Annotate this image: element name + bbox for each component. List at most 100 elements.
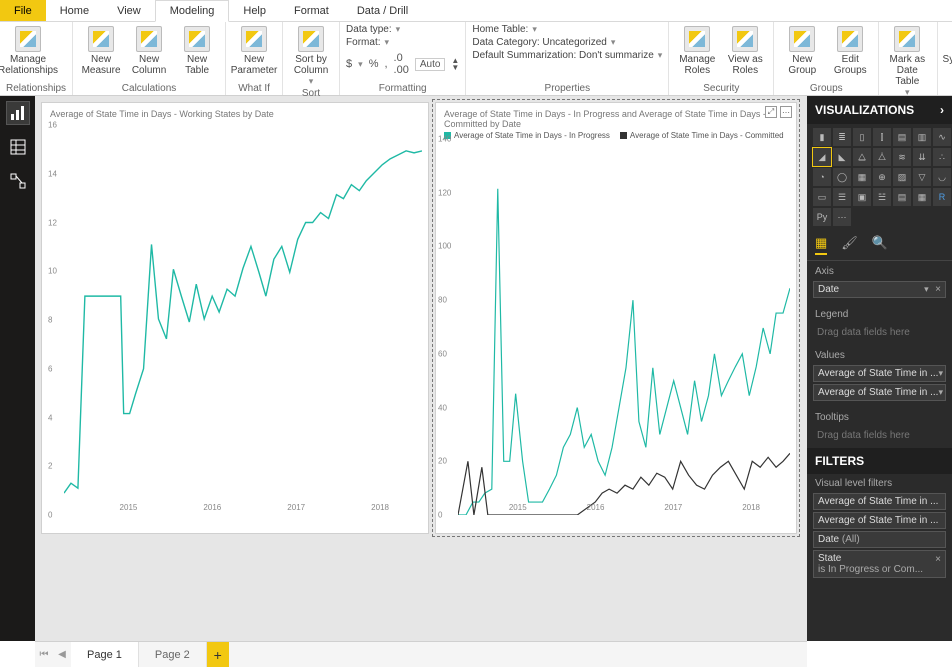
percent-button[interactable]: % [369, 58, 379, 70]
report-canvas[interactable]: Average of State Time in Days - Working … [35, 96, 807, 641]
menu-datadrill[interactable]: Data / Drill [343, 0, 422, 21]
page-tab-1[interactable]: Page 1 [71, 642, 139, 667]
format-dropdown[interactable]: ▾ [385, 37, 390, 48]
values-well-header: Values [807, 345, 952, 363]
viz-filled-map[interactable]: ▨ [893, 168, 911, 186]
filter-2[interactable]: Average of State Time in ... [813, 512, 946, 529]
datacategory-label: Data Category: Uncategorized [472, 37, 607, 48]
viz-donut[interactable]: ◯ [833, 168, 851, 186]
viz-pie[interactable]: ◔ [813, 168, 831, 186]
viz-scatter[interactable]: ∴ [933, 148, 951, 166]
viz-map[interactable]: ⊕ [873, 168, 891, 186]
remove-icon[interactable]: × [935, 284, 941, 295]
new-column-button[interactable]: NewColumn [127, 24, 171, 76]
menu-home[interactable]: Home [46, 0, 103, 21]
filter-date[interactable]: Date (All) [813, 531, 946, 548]
viz-table[interactable]: ▤ [893, 188, 911, 206]
viz-clustered-bar[interactable]: ≣ [833, 128, 851, 146]
new-group-button[interactable]: NewGroup [780, 24, 824, 76]
view-as-roles-button[interactable]: View asRoles [723, 24, 767, 76]
page-nav-first[interactable]: ⏮ [35, 642, 53, 667]
viz-py[interactable]: Py [813, 208, 831, 226]
visual-filters-well[interactable]: Average of State Time in ... Average of … [807, 491, 952, 584]
viz-100-bar[interactable]: ▤ [893, 128, 911, 146]
manage-roles-button[interactable]: ManageRoles [675, 24, 719, 76]
filters-header[interactable]: FILTERS [807, 448, 952, 474]
model-view-icon[interactable] [7, 170, 29, 192]
viewas-icon [732, 26, 758, 52]
viz-r[interactable]: R [933, 188, 951, 206]
viz-stacked-col[interactable]: ▯ [853, 128, 871, 146]
fields-tab-icon[interactable]: ▦ [815, 235, 827, 255]
viz-kpi[interactable]: ▣ [853, 188, 871, 206]
new-measure-button[interactable]: NewMeasure [79, 24, 123, 76]
focus-mode-icon[interactable]: ⤢ [765, 106, 777, 118]
value-field-1[interactable]: Average of State Time in ...▾ × [813, 365, 946, 382]
viz-100-col[interactable]: ▥ [913, 128, 931, 146]
summarization-dropdown[interactable]: ▾ [658, 50, 663, 61]
viz-clustered-col[interactable]: ⫿ [873, 128, 891, 146]
viz-import[interactable]: ⋯ [833, 208, 851, 226]
currency-button[interactable]: $ [346, 58, 352, 70]
hometable-dropdown[interactable]: ▾ [532, 24, 537, 35]
menu-help[interactable]: Help [229, 0, 280, 21]
filter-state[interactable]: State is In Progress or Com... × [813, 550, 946, 578]
y-axis-label: 2 [48, 462, 52, 471]
label: NewGroup [788, 54, 816, 76]
viz-funnel[interactable]: ▽ [913, 168, 931, 186]
viz-gauge[interactable]: ◡ [933, 168, 951, 186]
viz-card[interactable]: ▭ [813, 188, 831, 206]
remove-icon[interactable]: × [935, 554, 941, 565]
viz-treemap[interactable]: ▦ [853, 168, 871, 186]
viz-multirow[interactable]: ☰ [833, 188, 851, 206]
manage-relationships-button[interactable]: ManageRelationships [6, 24, 50, 76]
page-nav-prev[interactable]: ◀ [53, 642, 71, 667]
analytics-tab-icon[interactable]: 🔍 [872, 235, 888, 255]
viz-combo2[interactable]: ⧊ [873, 148, 891, 166]
menu-file[interactable]: File [0, 0, 46, 21]
visual-line-chart-2[interactable]: ⤢ ⋯ Average of State Time in Days - In P… [435, 102, 797, 534]
report-view-icon[interactable] [7, 102, 29, 124]
viz-line[interactable]: ∿ [933, 128, 951, 146]
menu-format[interactable]: Format [280, 0, 343, 21]
value-field-2[interactable]: Average of State Time in ...▾ × [813, 384, 946, 401]
viz-combo1[interactable]: ⧋ [853, 148, 871, 166]
mark-date-table-button[interactable]: Mark asDate Table▾ [885, 24, 929, 98]
visualizations-header[interactable]: VISUALIZATIONS› [807, 96, 952, 124]
new-table-button[interactable]: NewTable [175, 24, 219, 76]
sort-by-column-button[interactable]: Sort byColumn▾ [289, 24, 333, 87]
page-tab-2[interactable]: Page 2 [139, 642, 207, 667]
chevron-right-icon[interactable]: › [940, 103, 944, 117]
values-well[interactable]: Average of State Time in ...▾ × Average … [807, 363, 952, 407]
datatype-dropdown[interactable]: ▾ [396, 24, 401, 35]
decimal-stepper[interactable]: .0 .00 [394, 52, 409, 76]
viz-slicer[interactable]: ☱ [873, 188, 891, 206]
datacategory-dropdown[interactable]: ▾ [611, 37, 616, 48]
filter-1[interactable]: Average of State Time in ... [813, 493, 946, 510]
axis-well[interactable]: Date▾ × [807, 279, 952, 304]
new-parameter-button[interactable]: NewParameter [232, 24, 276, 76]
synonyms-button[interactable]: Synonyms [944, 24, 952, 65]
more-options-icon[interactable]: ⋯ [780, 106, 792, 118]
viz-area[interactable]: ◢ [813, 148, 831, 166]
legend-well[interactable]: Drag data fields here [807, 322, 952, 345]
viz-stacked-area[interactable]: ◣ [833, 148, 851, 166]
edit-groups-button[interactable]: EditGroups [828, 24, 872, 76]
viz-ribbon[interactable]: ≋ [893, 148, 911, 166]
comma-button[interactable]: , [384, 58, 387, 70]
legend-drop-hint: Drag data fields here [813, 324, 946, 341]
auto-box[interactable]: Auto [415, 58, 446, 71]
tooltips-well-header: Tooltips [807, 407, 952, 425]
viz-waterfall[interactable]: ⇊ [913, 148, 931, 166]
axis-field-date[interactable]: Date▾ × [813, 281, 946, 298]
add-page-button[interactable]: + [207, 642, 229, 667]
stepper-icon[interactable]: ▲▼ [451, 57, 459, 71]
format-tab-icon[interactable]: 🖌 [841, 235, 858, 255]
menu-view[interactable]: View [103, 0, 155, 21]
viz-stacked-bar[interactable]: ▮ [813, 128, 831, 146]
visual-line-chart-1[interactable]: Average of State Time in Days - Working … [41, 102, 429, 534]
menu-modeling[interactable]: Modeling [155, 0, 230, 22]
data-view-icon[interactable] [7, 136, 29, 158]
viz-matrix[interactable]: ▦ [913, 188, 931, 206]
tooltips-well[interactable]: Drag data fields here [807, 425, 952, 448]
